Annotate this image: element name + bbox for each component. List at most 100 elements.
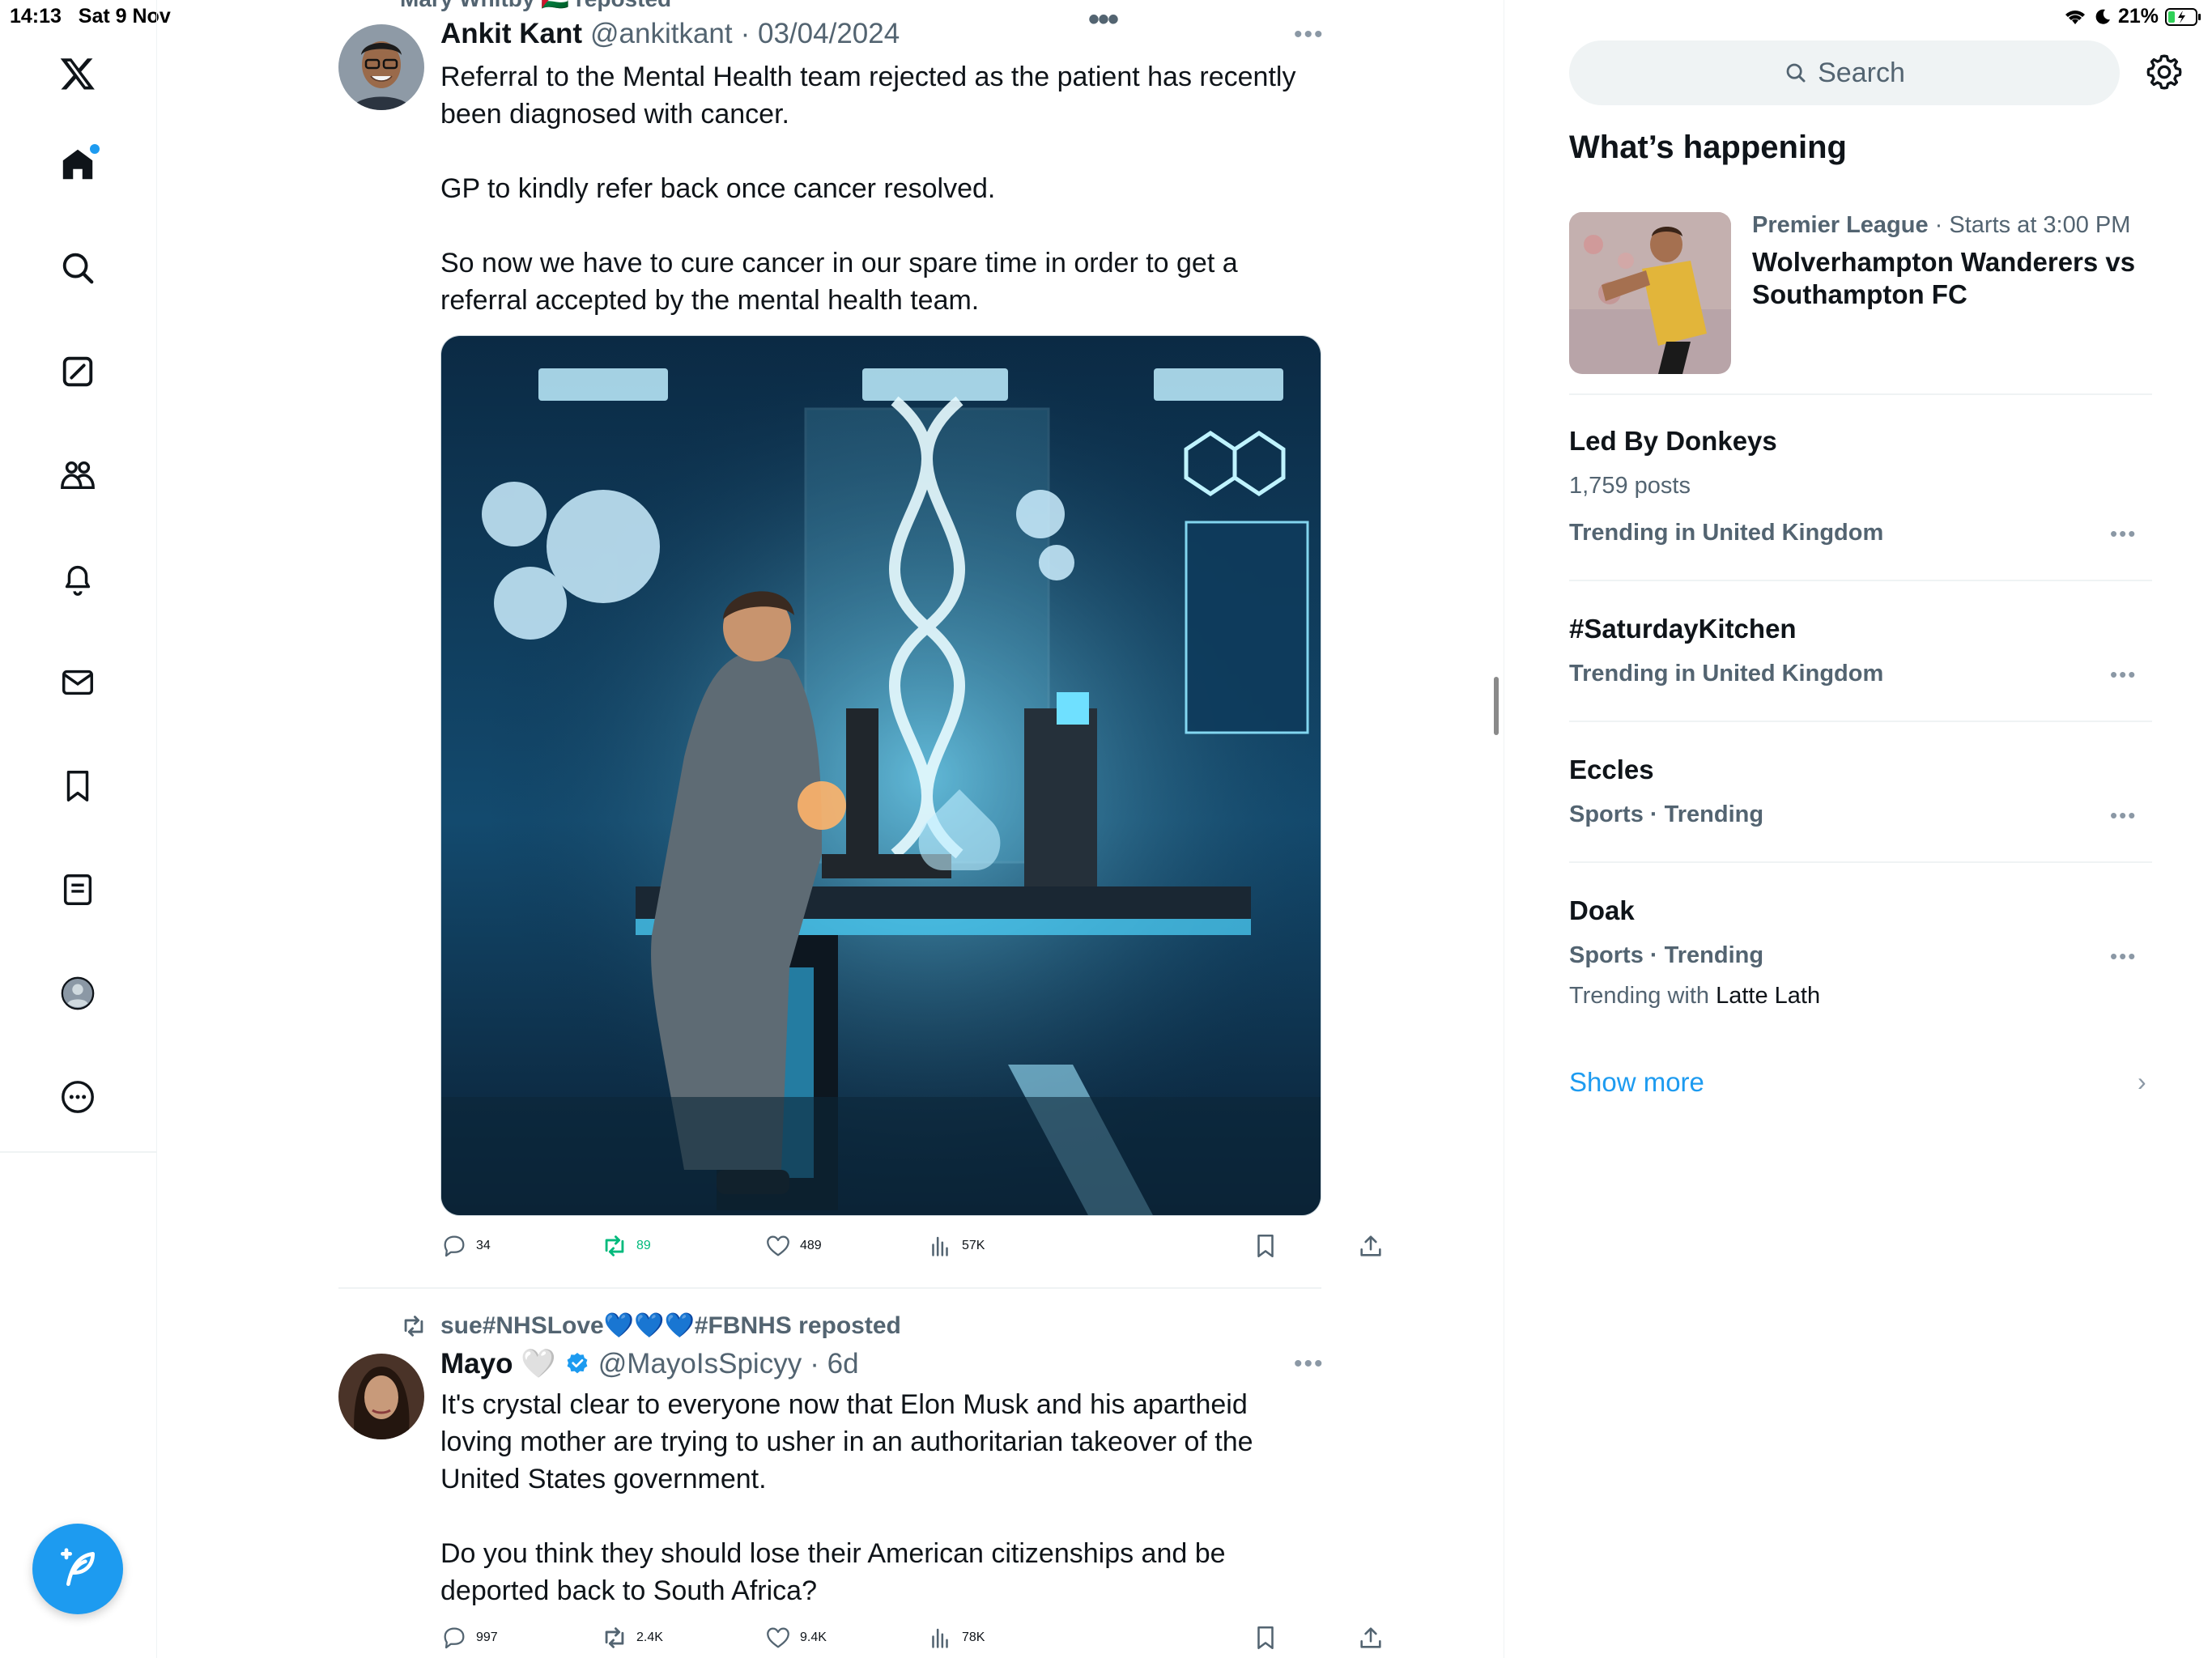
profile-avatar-icon[interactable] [53, 968, 103, 1018]
whats-happening-title: What’s happening [1569, 130, 1847, 165]
messages-envelope-icon[interactable] [53, 657, 103, 708]
trend-divider [1569, 721, 2152, 722]
like-button[interactable]: 9.4K [764, 1624, 827, 1652]
event-meta: Premier League · Starts at 3:00 PM [1752, 212, 2130, 239]
repost-icon [605, 1235, 624, 1256]
share-button[interactable] [1357, 1624, 1385, 1652]
author-handle[interactable]: @MayoIsSpicyy [598, 1348, 802, 1380]
trend-more-icon[interactable]: ••• [2110, 662, 2137, 687]
share-button[interactable] [1357, 1232, 1385, 1260]
analytics-icon [932, 1236, 948, 1256]
reply-icon [444, 1235, 465, 1257]
reply-icon [444, 1627, 465, 1649]
grok-icon[interactable] [53, 346, 103, 397]
settings-gear-icon[interactable] [2144, 52, 2184, 92]
trending-with: Trending with Latte Lath [1569, 983, 1820, 1010]
avatar[interactable] [338, 24, 424, 110]
lists-icon[interactable] [53, 865, 103, 915]
show-more-link[interactable]: Show more [1569, 1067, 1704, 1098]
more-icon[interactable]: ••• [1088, 2, 1119, 38]
repost-button[interactable]: 89 [601, 1232, 651, 1260]
repost-icon [605, 1627, 624, 1648]
event-title[interactable]: Wolverhampton Wanderers vs Southampton F… [1752, 246, 2173, 311]
trend-more-icon[interactable]: ••• [2110, 944, 2137, 969]
heart-icon [767, 1627, 789, 1648]
trend-title[interactable]: Led By Donkeys [1569, 426, 1777, 457]
tweet-more-icon[interactable]: ••• [1294, 21, 1325, 49]
trend-more-icon[interactable]: ••• [2110, 803, 2137, 828]
more-circle-icon[interactable] [53, 1072, 103, 1122]
search-placeholder: Search [1818, 57, 1905, 88]
search-icon[interactable] [53, 243, 103, 293]
views-button[interactable]: 78K [926, 1624, 985, 1652]
bookmark-button[interactable] [1252, 1624, 1279, 1652]
trending-with-name[interactable]: Latte Lath [1716, 983, 1820, 1009]
author-name[interactable]: Mayo 🤍 [440, 1347, 556, 1380]
event-image[interactable] [1569, 212, 1731, 374]
trend-context: Trending in United Kingdom [1569, 520, 1884, 546]
trending-with-prefix: Trending with [1569, 983, 1710, 1009]
repost-icon [404, 1315, 423, 1337]
search-icon [1786, 63, 1806, 83]
heart-icon [767, 1235, 789, 1256]
repost-button[interactable]: 2.4K [601, 1624, 663, 1652]
trend-divider [1569, 580, 2152, 581]
feather-plus-icon [61, 1548, 95, 1586]
trend-context: Sports · Trending [1569, 801, 1764, 827]
avatar[interactable] [338, 1354, 424, 1439]
tweet-date[interactable]: · 6d [810, 1348, 858, 1380]
timeline[interactable]: Mary Whitby 🇵🇸 reposted ••• Ankit Kant @… [157, 0, 1504, 1658]
reply-count: 34 [476, 1239, 491, 1252]
lab-illustration [441, 336, 1321, 1215]
repost-label: Mary Whitby 🇵🇸 reposted [400, 0, 671, 12]
reply-button[interactable]: 34 [440, 1232, 491, 1260]
trend-more-icon[interactable]: ••• [2110, 521, 2137, 546]
split-view-handle[interactable] [1494, 677, 1499, 735]
tweet-header: Mayo 🤍 @MayoIsSpicyy · 6d [440, 1347, 859, 1380]
home-icon[interactable] [53, 139, 103, 189]
author-handle[interactable]: @ankitkant [590, 18, 733, 50]
left-nav [0, 0, 157, 1658]
trend-title[interactable]: Doak [1569, 895, 1635, 926]
like-button[interactable]: 489 [764, 1232, 822, 1260]
bookmark-button[interactable] [1252, 1232, 1279, 1260]
trend-divider [1569, 861, 2152, 863]
reply-count: 997 [476, 1630, 498, 1644]
compose-post-button[interactable] [32, 1524, 123, 1614]
nav-divider [0, 1151, 157, 1153]
trend-divider [1569, 393, 2152, 395]
communities-icon[interactable] [53, 450, 103, 500]
notifications-bell-icon[interactable] [53, 554, 103, 604]
tweet-text: Referral to the Mental Health team rejec… [440, 62, 1296, 316]
like-count: 9.4K [800, 1630, 827, 1644]
trend-title[interactable]: #SaturdayKitchen [1569, 614, 1797, 644]
tweet-header: Ankit Kant @ankitkant · 03/04/2024 [440, 18, 900, 50]
share-icon [1360, 1627, 1381, 1648]
author-name[interactable]: Ankit Kant [440, 18, 582, 50]
reply-button[interactable]: 997 [440, 1624, 498, 1652]
analytics-icon [932, 1628, 948, 1648]
trend-context: Trending in United Kingdom [1569, 661, 1884, 687]
chevron-right-icon: › [2138, 1067, 2146, 1096]
notification-dot [90, 144, 100, 154]
search-input[interactable]: Search [1569, 40, 2120, 105]
bookmark-icon [1257, 1234, 1274, 1258]
repost-count: 89 [636, 1239, 651, 1252]
reposted-by[interactable]: sue#NHSLove💙💙💙#FBNHS reposted [400, 1312, 901, 1340]
event-time: · Starts at 3:00 PM [1934, 212, 2131, 238]
tweet-date[interactable]: · 03/04/2024 [741, 18, 900, 50]
views-button[interactable]: 57K [926, 1232, 985, 1260]
like-count: 489 [800, 1239, 822, 1252]
bookmarks-icon[interactable] [53, 761, 103, 811]
verified-badge-icon [567, 1352, 588, 1373]
trend-context: Sports · Trending [1569, 942, 1764, 968]
event-category: Premier League [1752, 212, 1929, 238]
tweet-divider [338, 1287, 1321, 1289]
x-logo-icon[interactable] [53, 49, 103, 99]
repost-count: 2.4K [636, 1630, 663, 1644]
trend-title[interactable]: Eccles [1569, 755, 1654, 785]
tweet-more-icon[interactable]: ••• [1294, 1350, 1325, 1378]
tweet-image[interactable] [440, 335, 1321, 1216]
share-icon [1360, 1235, 1381, 1256]
views-count: 78K [962, 1630, 985, 1644]
